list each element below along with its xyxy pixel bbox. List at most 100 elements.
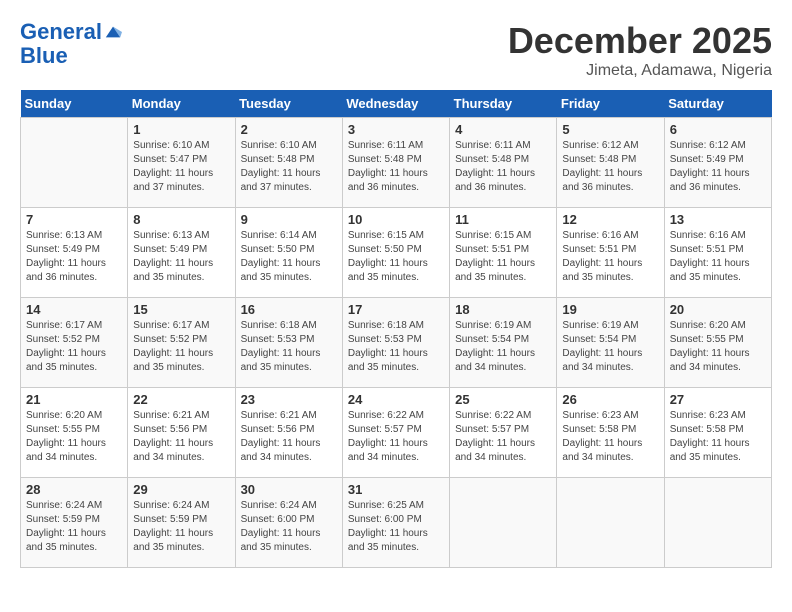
month-title: December 2025 <box>508 20 772 62</box>
calendar-cell: 1 Sunrise: 6:10 AMSunset: 5:47 PMDaylight… <box>128 118 235 208</box>
day-info: Sunrise: 6:17 AMSunset: 5:52 PMDaylight:… <box>26 319 122 375</box>
day-info: Sunrise: 6:21 AMSunset: 5:56 PMDaylight:… <box>133 409 229 465</box>
day-number: 22 <box>133 392 229 407</box>
day-info: Sunrise: 6:16 AMSunset: 5:51 PMDaylight:… <box>562 229 658 285</box>
day-info: Sunrise: 6:10 AMSunset: 5:48 PMDaylight:… <box>241 139 337 195</box>
day-number: 4 <box>455 122 551 137</box>
calendar-cell: 25 Sunrise: 6:22 AMSunset: 5:57 PMDayligh… <box>450 388 557 478</box>
day-info: Sunrise: 6:25 AMSunset: 6:00 PMDaylight:… <box>348 499 444 555</box>
day-info: Sunrise: 6:11 AMSunset: 5:48 PMDaylight:… <box>348 139 444 195</box>
calendar-cell: 20 Sunrise: 6:20 AMSunset: 5:55 PMDayligh… <box>664 298 771 388</box>
weekday-header-monday: Monday <box>128 90 235 118</box>
day-number: 7 <box>26 212 122 227</box>
weekday-header-sunday: Sunday <box>21 90 128 118</box>
calendar-cell: 6 Sunrise: 6:12 AMSunset: 5:49 PMDaylight… <box>664 118 771 208</box>
day-info: Sunrise: 6:15 AMSunset: 5:51 PMDaylight:… <box>455 229 551 285</box>
day-number: 9 <box>241 212 337 227</box>
day-info: Sunrise: 6:13 AMSunset: 5:49 PMDaylight:… <box>133 229 229 285</box>
day-number: 6 <box>670 122 766 137</box>
calendar-cell: 21Sunrise: 6:20 AMSunset: 5:55 PMDayligh… <box>21 388 128 478</box>
day-info: Sunrise: 6:11 AMSunset: 5:48 PMDaylight:… <box>455 139 551 195</box>
day-info: Sunrise: 6:18 AMSunset: 5:53 PMDaylight:… <box>348 319 444 375</box>
day-number: 30 <box>241 482 337 497</box>
calendar-cell: 29 Sunrise: 6:24 AMSunset: 5:59 PMDayligh… <box>128 478 235 568</box>
day-number: 29 <box>133 482 229 497</box>
day-number: 13 <box>670 212 766 227</box>
day-info: Sunrise: 6:23 AMSunset: 5:58 PMDaylight:… <box>670 409 766 465</box>
day-info: Sunrise: 6:24 AMSunset: 6:00 PMDaylight:… <box>241 499 337 555</box>
weekday-header-friday: Friday <box>557 90 664 118</box>
day-number: 26 <box>562 392 658 407</box>
day-number: 2 <box>241 122 337 137</box>
weekday-header-wednesday: Wednesday <box>342 90 449 118</box>
calendar-cell: 12 Sunrise: 6:16 AMSunset: 5:51 PMDayligh… <box>557 208 664 298</box>
calendar-cell: 2 Sunrise: 6:10 AMSunset: 5:48 PMDaylight… <box>235 118 342 208</box>
calendar-cell: 5Sunrise: 6:12 AMSunset: 5:48 PMDaylight… <box>557 118 664 208</box>
day-number: 18 <box>455 302 551 317</box>
day-number: 24 <box>348 392 444 407</box>
day-info: Sunrise: 6:21 AMSunset: 5:56 PMDaylight:… <box>241 409 337 465</box>
calendar-cell: 11 Sunrise: 6:15 AMSunset: 5:51 PMDayligh… <box>450 208 557 298</box>
day-number: 28 <box>26 482 122 497</box>
day-info: Sunrise: 6:22 AMSunset: 5:57 PMDaylight:… <box>348 409 444 465</box>
calendar-cell: 15 Sunrise: 6:17 AMSunset: 5:52 PMDayligh… <box>128 298 235 388</box>
calendar-table: SundayMondayTuesdayWednesdayThursdayFrid… <box>20 90 772 568</box>
day-number: 11 <box>455 212 551 227</box>
weekday-header-tuesday: Tuesday <box>235 90 342 118</box>
day-info: Sunrise: 6:22 AMSunset: 5:57 PMDaylight:… <box>455 409 551 465</box>
day-number: 23 <box>241 392 337 407</box>
logo-text-blue: Blue <box>20 44 68 68</box>
calendar-cell: 26 Sunrise: 6:23 AMSunset: 5:58 PMDayligh… <box>557 388 664 478</box>
day-info: Sunrise: 6:24 AMSunset: 5:59 PMDaylight:… <box>133 499 229 555</box>
calendar-cell: 24 Sunrise: 6:22 AMSunset: 5:57 PMDayligh… <box>342 388 449 478</box>
day-number: 19 <box>562 302 658 317</box>
day-number: 10 <box>348 212 444 227</box>
week-row-3: 14 Sunrise: 6:17 AMSunset: 5:52 PMDayligh… <box>21 298 772 388</box>
calendar-cell: 8 Sunrise: 6:13 AMSunset: 5:49 PMDaylight… <box>128 208 235 298</box>
day-info: Sunrise: 6:24 AMSunset: 5:59 PMDaylight:… <box>26 499 122 555</box>
calendar-cell <box>21 118 128 208</box>
week-row-1: 1 Sunrise: 6:10 AMSunset: 5:47 PMDaylight… <box>21 118 772 208</box>
day-info: Sunrise: 6:19 AMSunset: 5:54 PMDaylight:… <box>562 319 658 375</box>
page-header: General Blue December 2025 Jimeta, Adama… <box>20 20 772 80</box>
day-info: Sunrise: 6:13 AMSunset: 5:49 PMDaylight:… <box>26 229 122 285</box>
weekday-header-row: SundayMondayTuesdayWednesdayThursdayFrid… <box>21 90 772 118</box>
day-info: Sunrise: 6:23 AMSunset: 5:58 PMDaylight:… <box>562 409 658 465</box>
weekday-header-saturday: Saturday <box>664 90 771 118</box>
day-info: Sunrise: 6:12 AMSunset: 5:49 PMDaylight:… <box>670 139 766 195</box>
day-number: 3 <box>348 122 444 137</box>
day-info: Sunrise: 6:12 AMSunset: 5:48 PMDaylight:… <box>562 139 658 195</box>
day-number: 8 <box>133 212 229 227</box>
day-number: 20 <box>670 302 766 317</box>
calendar-cell: 4 Sunrise: 6:11 AMSunset: 5:48 PMDaylight… <box>450 118 557 208</box>
day-info: Sunrise: 6:20 AMSunset: 5:55 PMDaylight:… <box>26 409 122 465</box>
day-number: 1 <box>133 122 229 137</box>
calendar-cell <box>664 478 771 568</box>
calendar-cell: 30 Sunrise: 6:24 AMSunset: 6:00 PMDayligh… <box>235 478 342 568</box>
calendar-cell: 27 Sunrise: 6:23 AMSunset: 5:58 PMDayligh… <box>664 388 771 478</box>
weekday-header-thursday: Thursday <box>450 90 557 118</box>
day-number: 17 <box>348 302 444 317</box>
day-info: Sunrise: 6:10 AMSunset: 5:47 PMDaylight:… <box>133 139 229 195</box>
day-number: 27 <box>670 392 766 407</box>
calendar-cell <box>557 478 664 568</box>
calendar-cell: 7 Sunrise: 6:13 AMSunset: 5:49 PMDaylight… <box>21 208 128 298</box>
calendar-cell: 3 Sunrise: 6:11 AMSunset: 5:48 PMDaylight… <box>342 118 449 208</box>
calendar-cell: 9Sunrise: 6:14 AMSunset: 5:50 PMDaylight… <box>235 208 342 298</box>
day-number: 15 <box>133 302 229 317</box>
calendar-cell: 16Sunrise: 6:18 AMSunset: 5:53 PMDayligh… <box>235 298 342 388</box>
day-number: 14 <box>26 302 122 317</box>
day-info: Sunrise: 6:18 AMSunset: 5:53 PMDaylight:… <box>241 319 337 375</box>
calendar-cell: 13Sunrise: 6:16 AMSunset: 5:51 PMDayligh… <box>664 208 771 298</box>
calendar-cell: 14 Sunrise: 6:17 AMSunset: 5:52 PMDayligh… <box>21 298 128 388</box>
day-number: 25 <box>455 392 551 407</box>
day-number: 12 <box>562 212 658 227</box>
calendar-cell: 31 Sunrise: 6:25 AMSunset: 6:00 PMDayligh… <box>342 478 449 568</box>
week-row-2: 7 Sunrise: 6:13 AMSunset: 5:49 PMDaylight… <box>21 208 772 298</box>
location: Jimeta, Adamawa, Nigeria <box>508 62 772 80</box>
day-info: Sunrise: 6:20 AMSunset: 5:55 PMDaylight:… <box>670 319 766 375</box>
week-row-5: 28 Sunrise: 6:24 AMSunset: 5:59 PMDayligh… <box>21 478 772 568</box>
calendar-cell: 17 Sunrise: 6:18 AMSunset: 5:53 PMDayligh… <box>342 298 449 388</box>
day-number: 31 <box>348 482 444 497</box>
day-info: Sunrise: 6:17 AMSunset: 5:52 PMDaylight:… <box>133 319 229 375</box>
